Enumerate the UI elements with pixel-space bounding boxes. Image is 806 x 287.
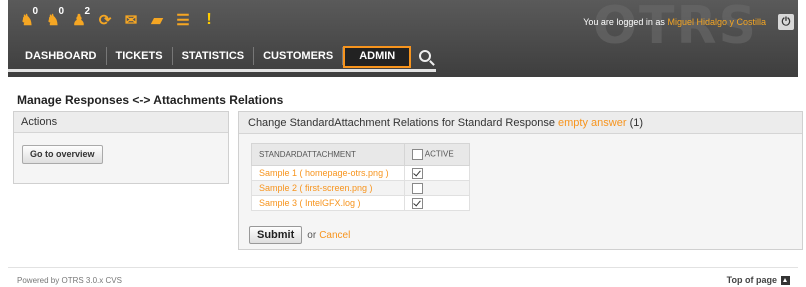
header-bar: ♞ 0 ♞ 0 ♟ 2 ⟳ ✉ ▰ ☰ ! OTRS You are logged i… <box>8 0 798 77</box>
alert-icon[interactable]: ! <box>196 10 222 30</box>
active-label: ACTIVE <box>424 149 454 159</box>
column-header-active: ACTIVE <box>404 143 470 166</box>
relations-panel: Change StandardAttachment Relations for … <box>238 111 803 250</box>
submit-button[interactable]: Submit <box>249 226 303 244</box>
locked-tickets-icon[interactable]: ♞ 0 <box>14 6 40 30</box>
footer-divider <box>8 267 798 268</box>
powered-by: Powered by OTRS 3.0.x CVS <box>17 276 122 285</box>
active-checkbox[interactable] <box>412 167 423 179</box>
go-to-overview-button[interactable]: Go to overview <box>22 145 103 164</box>
logged-in-prefix: You are logged in as <box>583 17 665 27</box>
refresh-icon[interactable]: ⟳ <box>92 10 118 30</box>
page-title: Manage Responses <-> Attachments Relatio… <box>17 93 284 107</box>
list-icon[interactable]: ☰ <box>170 10 196 30</box>
or-text: or <box>307 229 317 241</box>
watched-tickets-count: 0 <box>58 6 64 17</box>
attachment-link[interactable]: Sample 2 ( first-screen.png ) <box>259 183 373 193</box>
folder-icon[interactable]: ▰ <box>144 10 170 30</box>
actions-heading: Actions <box>14 112 228 133</box>
top-of-page-label: Top of page <box>726 275 777 285</box>
active-checkbox[interactable] <box>412 182 423 194</box>
responsible-tickets-count: 2 <box>84 6 90 17</box>
toolbar: ♞ 0 ♞ 0 ♟ 2 ⟳ ✉ ▰ ☰ ! <box>14 6 222 34</box>
logout-icon[interactable]: ⏻ <box>778 14 794 30</box>
relations-heading-text: Change StandardAttachment Relations for … <box>248 117 555 129</box>
main-nav: DASHBOARD TICKETS STATISTICS CUSTOMERS A… <box>16 46 439 68</box>
nav-dashboard[interactable]: DASHBOARD <box>16 47 107 65</box>
table-row: Sample 1 ( homepage-otrs.png ) <box>251 165 470 181</box>
nav-statistics[interactable]: STATISTICS <box>173 47 255 65</box>
table-row: Sample 3 ( IntelGFX.log ) <box>251 195 470 211</box>
logged-in-info: You are logged in as Miguel Hidalgo y Co… <box>583 17 766 27</box>
arrow-up-icon <box>781 275 790 285</box>
attachment-link[interactable]: Sample 1 ( homepage-otrs.png ) <box>259 168 389 178</box>
locked-tickets-count: 0 <box>32 6 38 17</box>
nav-admin[interactable]: ADMIN <box>343 46 412 68</box>
response-link[interactable]: empty answer <box>558 117 626 129</box>
otrs-logo: OTRS <box>592 0 758 56</box>
watched-tickets-icon[interactable]: ♞ 0 <box>40 6 66 30</box>
user-name-link[interactable]: Miguel Hidalgo y Costilla <box>667 17 766 27</box>
nav-customers[interactable]: CUSTOMERS <box>254 47 344 65</box>
form-actions: Submit or Cancel <box>249 226 350 244</box>
active-checkbox[interactable] <box>412 197 423 209</box>
actions-sidebar: Actions Go to overview <box>13 111 229 184</box>
response-count: (1) <box>629 117 644 129</box>
table-header-row: STANDARDATTACHMENT ACTIVE <box>251 143 470 166</box>
email-icon[interactable]: ✉ <box>118 10 144 30</box>
column-header-attachment: STANDARDATTACHMENT <box>251 143 405 166</box>
search-icon[interactable] <box>411 47 439 65</box>
attachments-table: STANDARDATTACHMENT ACTIVE Sample 1 ( hom… <box>251 143 470 211</box>
nav-tickets[interactable]: TICKETS <box>107 47 173 65</box>
table-row: Sample 2 ( first-screen.png ) <box>251 180 470 196</box>
responsible-tickets-icon[interactable]: ♟ 2 <box>66 6 92 30</box>
attachment-link[interactable]: Sample 3 ( IntelGFX.log ) <box>259 198 361 208</box>
top-of-page-link[interactable]: Top of page <box>727 275 790 285</box>
relations-heading: Change StandardAttachment Relations for … <box>239 112 802 134</box>
select-all-checkbox[interactable] <box>412 149 423 160</box>
nav-divider <box>8 69 436 72</box>
cancel-link[interactable]: Cancel <box>319 230 350 241</box>
